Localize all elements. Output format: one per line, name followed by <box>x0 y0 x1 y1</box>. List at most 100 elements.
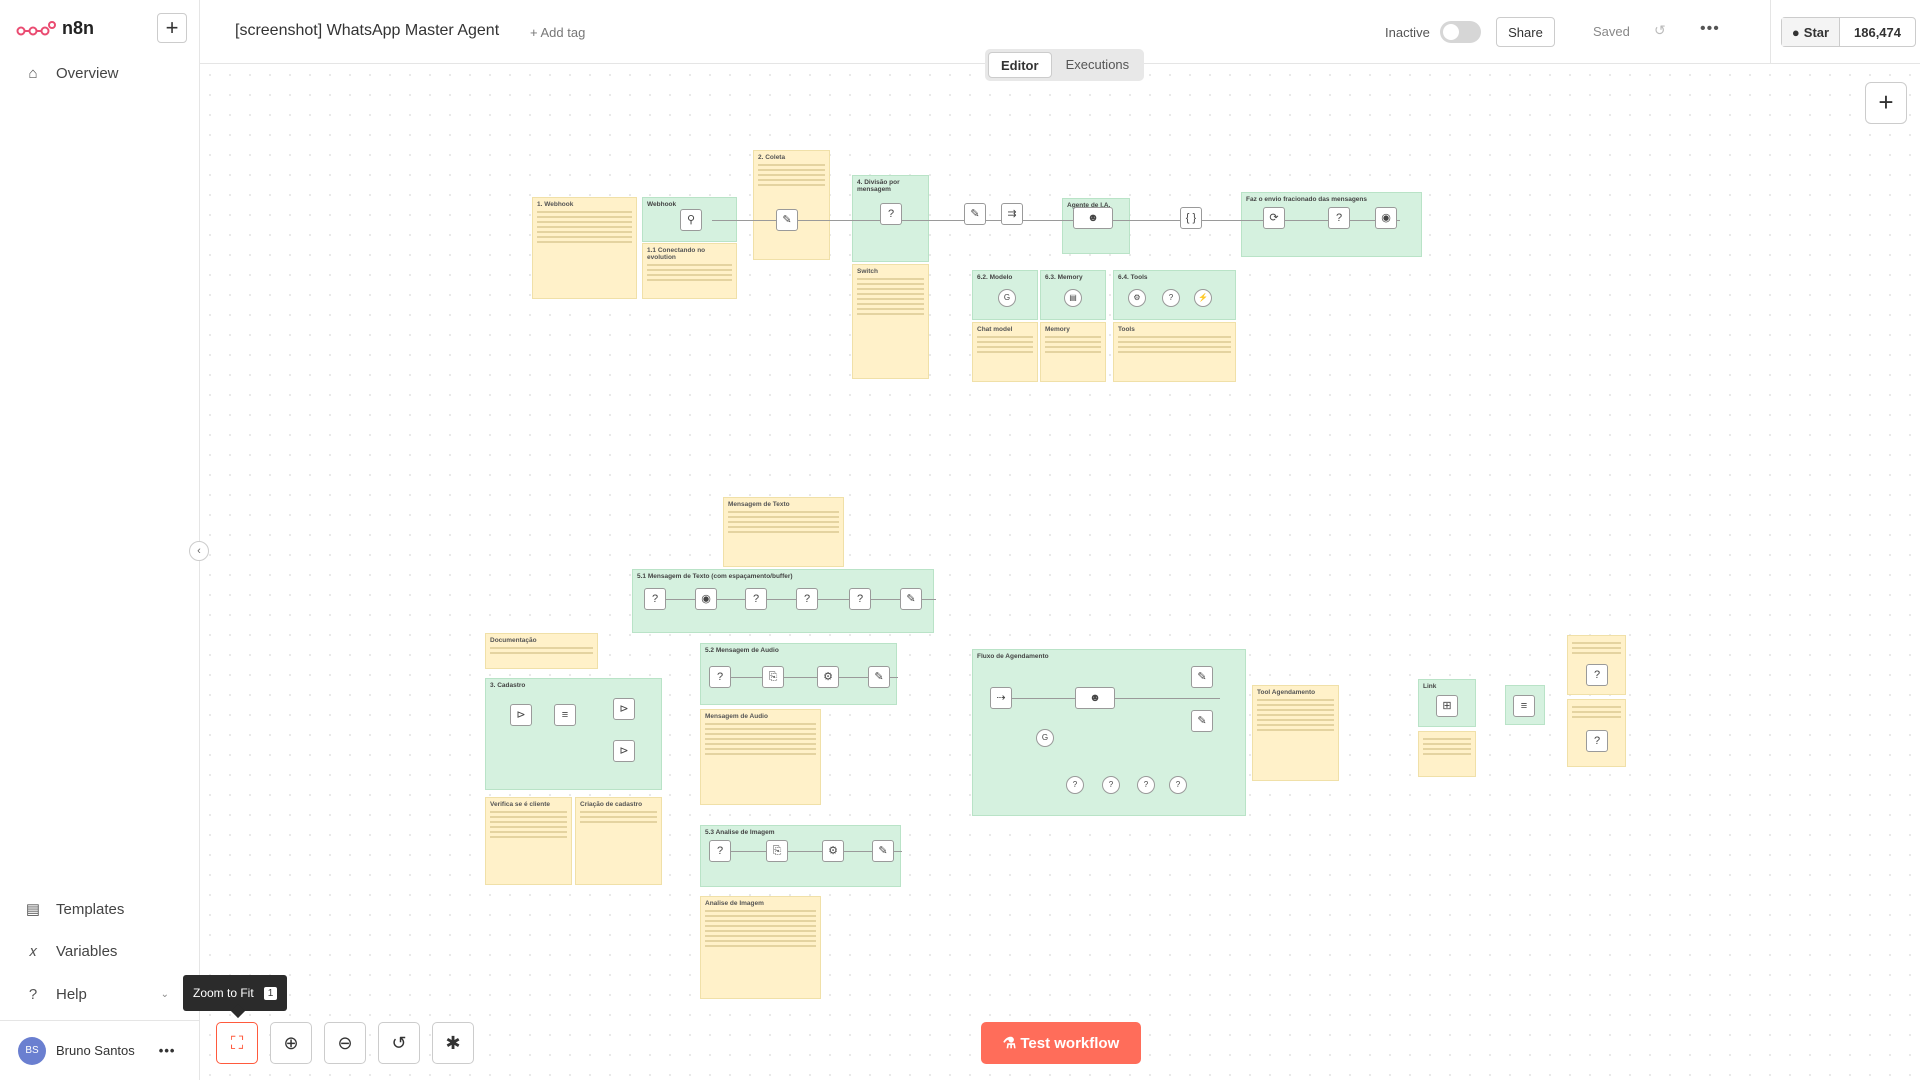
openai-node[interactable]: ⚙ <box>822 840 844 862</box>
chevron-down-icon: ⌄ <box>160 989 169 1000</box>
tab-editor[interactable]: Editor <box>988 52 1052 78</box>
openai-node[interactable]: ⚙ <box>817 666 839 688</box>
tool-node[interactable]: ⚡ <box>1194 289 1212 307</box>
sidebar-item-help[interactable]: ? Help ⌄ <box>24 986 169 1003</box>
n8n-logo[interactable]: n8n <box>16 18 94 39</box>
add-node-button[interactable]: + <box>1865 82 1907 124</box>
sidebar-item-variables[interactable]: 𝑥 Variables <box>24 943 118 960</box>
output-node[interactable]: ✎ <box>872 840 894 862</box>
trigger-node[interactable]: ⇢ <box>990 687 1012 709</box>
output-node[interactable]: ✎ <box>900 588 922 610</box>
tool-node[interactable]: ? <box>1102 776 1120 794</box>
set-node[interactable]: ✎ <box>1191 710 1213 732</box>
logo-text: n8n <box>62 18 95 38</box>
github-star-button[interactable]: ● Star 186,474 <box>1781 17 1916 47</box>
convert-node[interactable]: ⎘ <box>766 840 788 862</box>
home-icon: ⌂ <box>28 65 38 82</box>
reset-zoom-icon[interactable]: ↺ <box>378 1022 420 1064</box>
convert-node[interactable]: ⎘ <box>762 666 784 688</box>
set-node[interactable]: ✎ <box>964 203 986 225</box>
tool-node[interactable]: ? <box>1137 776 1155 794</box>
sticky-note[interactable]: Tool Agendamento <box>1252 685 1339 781</box>
google-gemini-icon[interactable]: G <box>998 289 1016 307</box>
supabase-node[interactable]: ⊳ <box>613 740 635 762</box>
tool-node[interactable]: ⚙ <box>1128 289 1146 307</box>
variables-icon: 𝑥 <box>28 943 38 960</box>
agrupa-node[interactable]: ? <box>796 588 818 610</box>
if-node[interactable]: ? <box>1586 730 1608 752</box>
sidebar: n8n + ⌂ Overview ▤ Templates 𝑥 Variables ? H… <box>0 0 200 1080</box>
switch-node[interactable]: ? <box>880 203 902 225</box>
sticky-note[interactable]: Criação de cadastro <box>575 797 662 885</box>
zoom-out-icon[interactable]: ⊖ <box>324 1022 366 1064</box>
workflow-name[interactable]: [screenshot] WhatsApp Master Agent <box>235 22 499 40</box>
sticky-note[interactable]: Tools <box>1113 322 1236 382</box>
sticky-note[interactable]: Switch <box>852 264 929 379</box>
tool-node[interactable]: ? <box>1066 776 1084 794</box>
supabase-node[interactable]: ⊳ <box>613 698 635 720</box>
sidebar-item-label: Templates <box>56 900 125 918</box>
sticky-note[interactable]: Chat model <box>972 322 1038 382</box>
loop-node[interactable]: ⟳ <box>1263 207 1285 229</box>
sidebar-item-overview[interactable]: ⌂ Overview <box>24 65 118 82</box>
sticky-note[interactable] <box>1418 731 1476 777</box>
transcribe-node[interactable]: ? <box>709 840 731 862</box>
sheets-node[interactable]: ⊞ <box>1436 695 1458 717</box>
shortcut-key: 1 <box>263 986 278 1000</box>
sidebar-item-label: Help <box>56 986 87 1003</box>
sticky-note[interactable]: Mensagem de Texto <box>723 497 844 567</box>
sticky-note[interactable]: Documentação <box>485 633 598 669</box>
sticky-note[interactable]: 2. Coleta <box>753 150 830 260</box>
tab-executions[interactable]: Executions <box>1054 52 1142 78</box>
create-new-button[interactable]: + <box>157 13 187 43</box>
add-tag-button[interactable]: + Add tag <box>530 25 585 40</box>
sticky-note[interactable]: 1.1 Conectando no evolution <box>642 243 737 299</box>
output-node[interactable]: ✎ <box>868 666 890 688</box>
undo-icon[interactable]: ↺ <box>1654 22 1666 39</box>
node-group[interactable]: 3. Cadastro <box>485 678 662 790</box>
wait-node[interactable]: ◉ <box>1375 207 1397 229</box>
user-menu-button[interactable]: ••• <box>159 1043 176 1058</box>
filter-node[interactable]: ≡ <box>554 704 576 726</box>
sticky-note[interactable]: Memory <box>1040 322 1106 382</box>
registro-node[interactable]: ? <box>644 588 666 610</box>
delete-node[interactable]: ? <box>849 588 871 610</box>
tool-node[interactable]: ? <box>1162 289 1180 307</box>
sidebar-item-label: Variables <box>56 943 118 960</box>
set-node[interactable]: ✎ <box>1191 666 1213 688</box>
webhook-node[interactable]: ⚲ <box>680 209 702 231</box>
share-button[interactable]: Share <box>1496 17 1555 47</box>
ai-agent-node[interactable]: ☻ <box>1073 207 1113 229</box>
sticky-note[interactable]: Mensagem de Audio <box>700 709 821 805</box>
n8n-logo-icon <box>16 20 56 35</box>
google-gemini-icon[interactable]: G <box>1036 729 1054 747</box>
tool-node[interactable]: ? <box>1169 776 1187 794</box>
github-area: ● Star 186,474 <box>1770 0 1920 64</box>
redis-node[interactable]: ◉ <box>695 588 717 610</box>
node-group[interactable]: 5.1 Mensagem de Texto (com espaçamento/b… <box>632 569 934 633</box>
buffer-node[interactable]: ? <box>745 588 767 610</box>
collapse-sidebar-button[interactable]: ‹ <box>189 541 209 561</box>
ai-agent-node[interactable]: ☻ <box>1075 687 1115 709</box>
transcribe-node[interactable]: ? <box>709 666 731 688</box>
more-options-button[interactable]: ••• <box>1700 20 1720 38</box>
edit-fields-node[interactable]: ✎ <box>776 209 798 231</box>
sticky-note[interactable]: Analise de Imagem <box>700 896 821 999</box>
switch-node[interactable]: ≡ <box>1513 695 1535 717</box>
if-node[interactable]: ⊳ <box>510 704 532 726</box>
user-profile[interactable]: BS Bruno Santos ••• <box>0 1020 200 1080</box>
workflow-canvas[interactable]: + 1. Webhook Webhook 1.1 Conectando no e… <box>200 65 1920 1080</box>
activation-toggle[interactable] <box>1440 21 1481 43</box>
test-workflow-button[interactable]: ⚗ Test workflow <box>981 1022 1141 1064</box>
if-node[interactable]: ? <box>1586 664 1608 686</box>
merge-node[interactable]: ⇉ <box>1001 203 1023 225</box>
if-node[interactable]: ? <box>1328 207 1350 229</box>
sidebar-item-templates[interactable]: ▤ Templates <box>24 900 125 919</box>
database-icon[interactable]: ▤ <box>1064 289 1082 307</box>
sticky-note[interactable]: Verifica se é cliente <box>485 797 572 885</box>
zoom-in-icon[interactable]: ⊕ <box>270 1022 312 1064</box>
debug-icon[interactable]: ✱ <box>432 1022 474 1064</box>
code-node[interactable]: { } <box>1180 207 1202 229</box>
zoom-to-fit-icon[interactable]: ⛶ <box>216 1022 258 1064</box>
sticky-note[interactable]: 1. Webhook <box>532 197 637 299</box>
